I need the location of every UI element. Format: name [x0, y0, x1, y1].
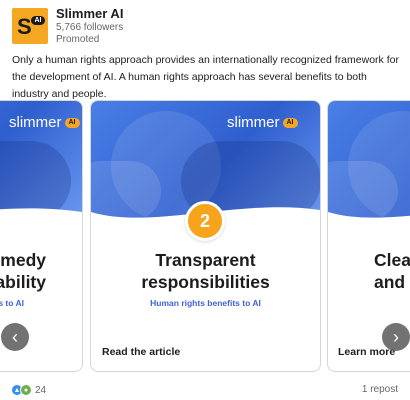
step-number-badge: 2: [185, 201, 225, 241]
logo-badge: AI: [31, 16, 45, 25]
chevron-left-icon[interactable]: ‹: [1, 323, 29, 351]
post-header: S AI Slimmer AI 5,766 followers Promoted: [12, 6, 123, 46]
post-text: Only a human rights approach provides an…: [12, 54, 399, 100]
company-logo[interactable]: S AI: [12, 8, 48, 44]
carousel[interactable]: slimmer AI Remedy availability Human rig…: [0, 100, 410, 375]
brand-badge: AI: [282, 117, 298, 128]
read-article-link[interactable]: Read the article: [102, 346, 180, 358]
reaction-count: 24: [35, 384, 47, 396]
card-subtitle: Human rights benefits to AI: [0, 298, 24, 308]
brand-badge: AI: [64, 117, 80, 128]
card-subtitle: Human rights benefits to AI: [150, 298, 261, 308]
follower-count: 5,766 followers: [56, 22, 124, 33]
brand-wordmark: slimmer: [227, 114, 280, 131]
brand-wordmark: slimmer: [9, 114, 62, 131]
support-reaction-icon: ●: [20, 384, 32, 396]
reactions-summary[interactable]: ▲ ● 24: [11, 384, 46, 396]
social-counts: ▲ ● 24 1 repost: [0, 384, 410, 398]
card-title: Clea and: [374, 250, 410, 292]
company-name[interactable]: Slimmer AI: [56, 6, 123, 22]
company-meta: Slimmer AI 5,766 followers Promoted: [56, 6, 123, 46]
wave-divider: [0, 208, 82, 236]
chevron-right-icon[interactable]: ›: [382, 323, 410, 351]
logo-letter: S: [17, 14, 32, 39]
wave-divider: [328, 212, 410, 236]
card-title: Remedy availability: [0, 250, 46, 292]
brand-watermark: slimmer AI: [9, 114, 80, 131]
promoted-label: Promoted: [56, 34, 100, 45]
carousel-card-current[interactable]: slimmer AI 2 Transparent responsibilitie…: [90, 100, 321, 372]
card-title: Transparent responsibilities: [141, 250, 270, 292]
brand-watermark: slimmer AI: [227, 114, 298, 131]
repost-count[interactable]: 1 repost: [362, 384, 398, 395]
